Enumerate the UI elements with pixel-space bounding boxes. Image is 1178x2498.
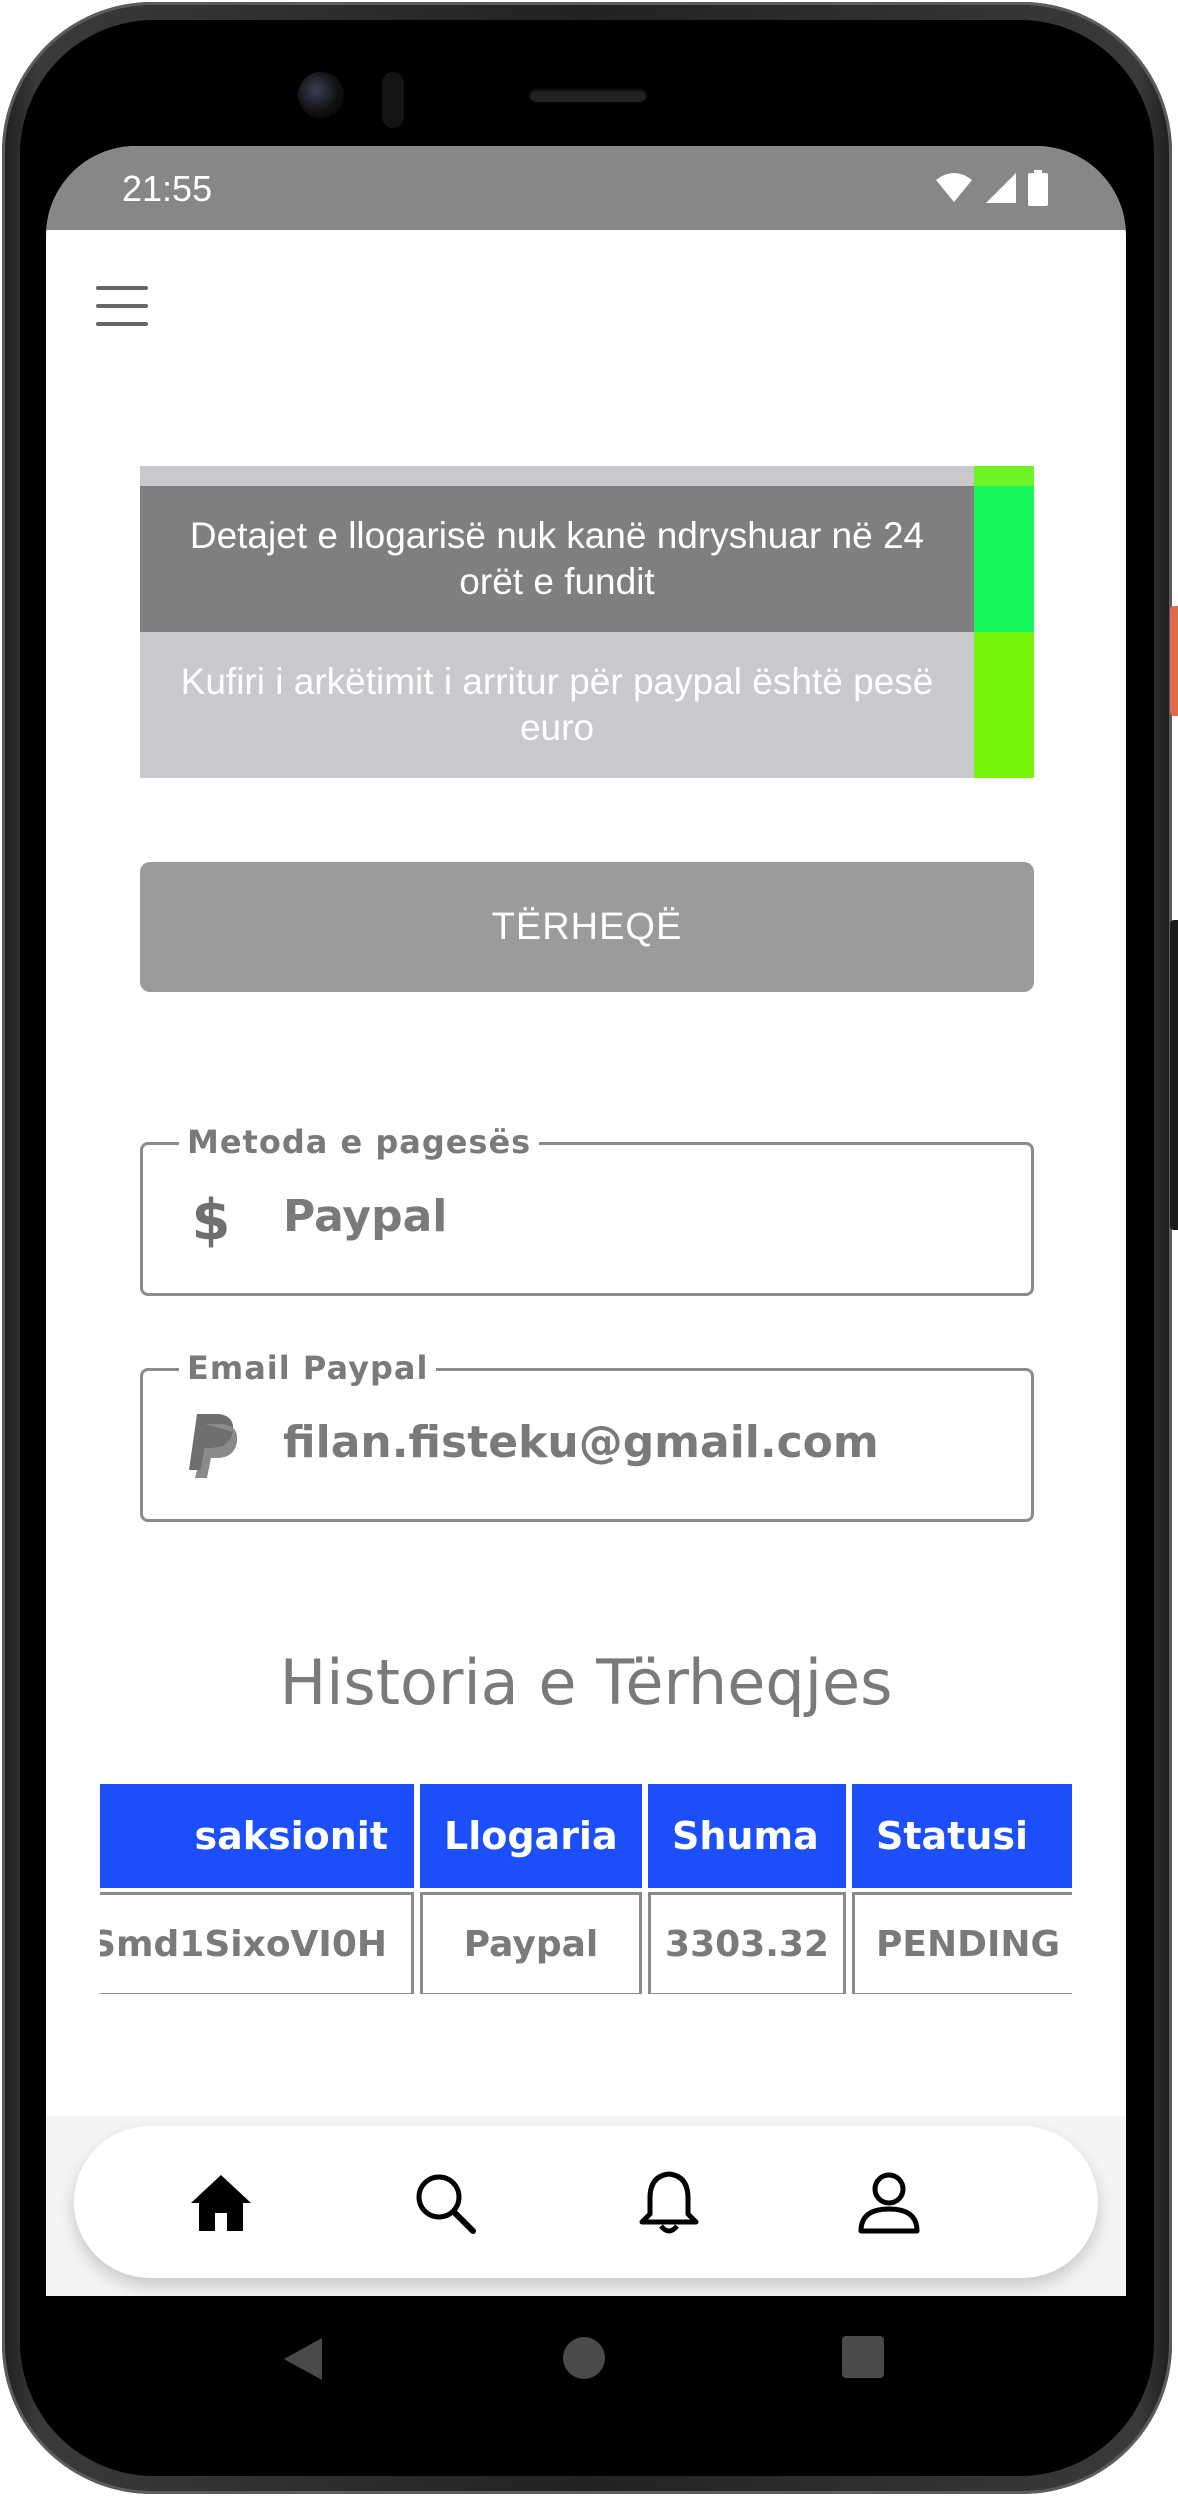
recents-icon[interactable]: [842, 2336, 884, 2378]
proximity-sensor: [382, 72, 404, 128]
payment-method-field[interactable]: Metoda e pagesës $ Paypal: [140, 1123, 1034, 1296]
paypal-email-field[interactable]: Email Paypal filan.fisteku@gmail.com: [140, 1349, 1034, 1522]
history-table[interactable]: saksionit Llogaria Shuma Statusi ASmd1Si…: [100, 1784, 1072, 1994]
notification-accent: [974, 632, 1034, 778]
search-icon[interactable]: [410, 2168, 480, 2238]
system-navigation-bar: [46, 2296, 1126, 2426]
home-icon[interactable]: [186, 2168, 256, 2238]
notifications-panel: Detajet e llogarisë nuk kanë ndryshuar n…: [140, 466, 1034, 778]
notification-message: Kufiri i arkëtimit i arritur për paypal …: [140, 632, 974, 778]
back-icon[interactable]: [282, 2336, 326, 2382]
paypal-email-label: Email Paypal: [179, 1349, 437, 1387]
wifi-icon: [936, 173, 972, 202]
table-header-amount: Shuma: [648, 1784, 846, 1888]
signal-icon: [986, 173, 1016, 203]
notification-message: Detajet e llogarisë nuk kanë ndryshuar n…: [140, 486, 974, 632]
withdraw-button[interactable]: TËRHEQË: [140, 862, 1034, 992]
table-header-account: Llogaria: [420, 1784, 642, 1888]
status-icons: [934, 170, 1048, 206]
table-cell-account: Paypal: [420, 1892, 642, 1994]
notification-accent: [974, 486, 1034, 632]
payment-method-value: Paypal: [283, 1191, 448, 1242]
home-circle-icon[interactable]: [562, 2336, 606, 2380]
table-header-transaction: saksionit: [100, 1784, 414, 1888]
paypal-icon: [181, 1414, 241, 1478]
front-camera-icon: [298, 72, 344, 118]
hamburger-menu-icon[interactable]: [96, 286, 148, 326]
history-title: Historia e Tërheqjes: [279, 1646, 893, 1719]
power-button: [1170, 606, 1178, 716]
user-icon[interactable]: [854, 2168, 924, 2238]
status-time: 21:55: [122, 168, 213, 209]
table-cell-transaction-id: ASmd1SixoVI0H: [100, 1892, 414, 1994]
table-header-status: Statusi: [852, 1784, 1072, 1888]
app-screen: 21:55 Detajet e llogarisë nuk kanë ndrys…: [46, 146, 1126, 2296]
bottom-navigation: [74, 2126, 1098, 2278]
dollar-icon: $: [191, 1187, 231, 1253]
table-cell-status: PENDING: [852, 1892, 1072, 1994]
bell-icon[interactable]: [634, 2168, 704, 2238]
battery-icon: [1028, 170, 1048, 206]
payment-method-label: Metoda e pagesës: [179, 1123, 540, 1161]
table-cell-amount: 3303.32: [648, 1892, 846, 1994]
volume-button: [1170, 920, 1178, 1230]
earpiece-speaker: [529, 88, 647, 102]
status-bar: 21:55: [46, 146, 1126, 230]
paypal-email-value: filan.fisteku@gmail.com: [283, 1417, 879, 1468]
